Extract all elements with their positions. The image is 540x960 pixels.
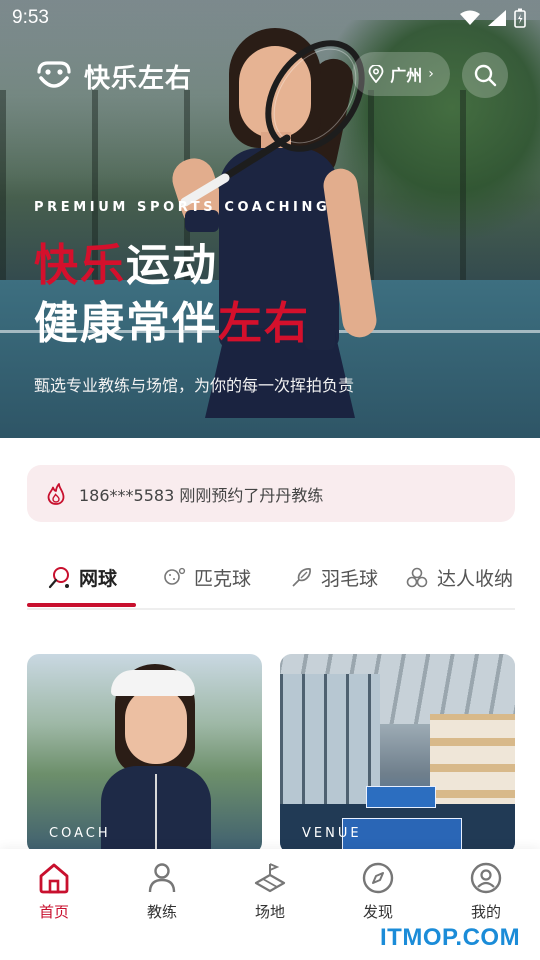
hero-title-white-1: 运动 (126, 240, 218, 291)
nav-label: 发现 (362, 903, 393, 921)
chevron-right-icon: › (428, 66, 434, 82)
tab-label: 匹克球 (194, 568, 252, 590)
hero-title-red-1: 快乐 (34, 240, 126, 291)
home-icon (39, 863, 69, 894)
booking-notice: 186***5583 刚刚预约了丹丹教练 (27, 465, 515, 522)
status-icons (460, 8, 526, 28)
hero-title-red-2: 左右 (218, 298, 310, 349)
hero-title-line2: 健康常伴左右 (34, 302, 310, 346)
tab-badminton[interactable]: 羽毛球 (289, 564, 378, 591)
badminton-icon (292, 567, 311, 587)
tab-tennis[interactable]: 网球 (47, 564, 117, 591)
flame-icon (47, 482, 65, 505)
sport-tabs: 网球 匹克球 羽毛球 达人收纳 (27, 552, 515, 610)
search-button[interactable] (462, 52, 508, 98)
nav-label: 场地 (254, 903, 285, 921)
tennis-racket-icon (48, 566, 69, 588)
search-icon (474, 64, 497, 87)
active-tab-indicator (27, 603, 136, 607)
wifi-icon (460, 10, 480, 25)
profile-icon (470, 862, 502, 894)
brand-name: 快乐左右 (84, 64, 193, 94)
tab-label: 达人收纳 (437, 568, 514, 590)
smiley-logo-icon (37, 60, 71, 88)
notice-text: 186***5583 刚刚预约了丹丹教练 (79, 485, 324, 505)
venue-card[interactable]: VENUE (280, 654, 515, 854)
city-selector[interactable]: 广州 › (352, 52, 450, 96)
compass-icon (362, 862, 394, 894)
hero-title-white-2: 健康常伴 (34, 298, 218, 349)
grid-balls-icon (406, 567, 428, 587)
pickleball-icon (164, 567, 186, 585)
nav-profile[interactable]: 我的 (432, 861, 540, 922)
court-icon (254, 863, 286, 893)
nav-court[interactable]: 场地 (216, 861, 324, 922)
signal-icon (488, 10, 506, 26)
city-name: 广州 (390, 66, 423, 85)
venue-card-label: VENUE (302, 826, 362, 841)
tab-collection[interactable]: 达人收纳 (405, 564, 513, 591)
nav-discover[interactable]: 发现 (324, 861, 432, 922)
nav-label: 首页 (38, 903, 69, 921)
brand-logo[interactable]: 快乐左右 (36, 58, 192, 95)
location-pin-icon (368, 65, 384, 83)
hero-description: 甄选专业教练与场馆，为你的每一次挥拍负责 (34, 376, 355, 395)
tab-label: 羽毛球 (321, 568, 379, 590)
status-bar: 9:53 (0, 0, 540, 36)
nav-label: 我的 (470, 903, 501, 921)
coach-card[interactable]: COACH (27, 654, 262, 854)
coach-card-label: COACH (49, 826, 111, 841)
nav-home[interactable]: 首页 (0, 861, 108, 922)
tab-pickleball[interactable]: 匹克球 (162, 564, 251, 591)
hero-subtitle: PREMIUM SPORTS COACHING (34, 200, 331, 215)
nav-coach[interactable]: 教练 (108, 861, 216, 922)
site-watermark: ITMOP.COM (380, 924, 521, 951)
person-icon (148, 863, 176, 893)
nav-label: 教练 (146, 903, 177, 921)
tab-label: 网球 (79, 568, 118, 590)
battery-icon (514, 8, 526, 28)
status-time: 9:53 (12, 7, 49, 28)
hero-title-line1: 快乐运动 (34, 244, 218, 288)
